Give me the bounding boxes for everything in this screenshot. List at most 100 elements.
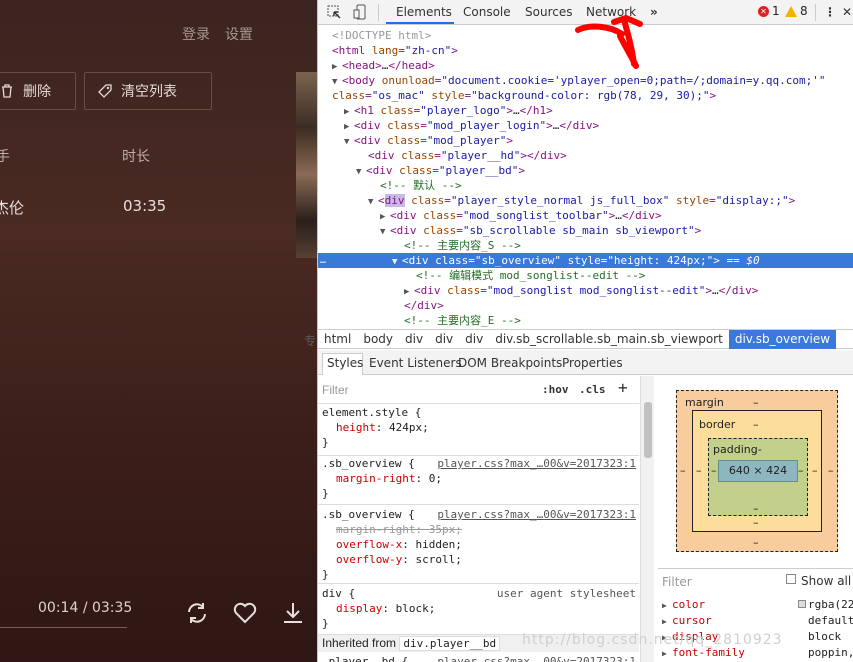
dom-node-player-hd[interactable]: <div class="player__hd"></div>: [318, 148, 853, 163]
hov-toggle[interactable]: :hov: [542, 383, 569, 396]
more-tabs-chevron-icon[interactable]: »: [650, 5, 658, 19]
kebab-menu-icon[interactable]: ⋮: [824, 5, 836, 19]
song-artist[interactable]: 杰伦: [0, 197, 24, 218]
rule-close: }: [322, 568, 329, 581]
margin-left-value: –: [680, 464, 686, 477]
warning-counter[interactable]: 8: [785, 4, 808, 18]
repeat-icon[interactable]: [184, 600, 210, 626]
computed-row[interactable]: ▶ display block: [662, 629, 853, 645]
style-rule-sb-overview-2: .sb_overview { player.css?max_…00&v=2017…: [322, 507, 639, 582]
devtools-panel: Elements Console Sources Network » ✕ 1 8…: [317, 0, 853, 662]
tab-properties[interactable]: Properties: [562, 356, 623, 370]
rule-property[interactable]: overflow-y: scroll;: [322, 552, 639, 567]
dom-comment-main-end: <!-- 主要内容_E -->: [404, 314, 521, 327]
breadcrumb-item[interactable]: div: [399, 330, 429, 349]
tab-network[interactable]: Network: [586, 5, 636, 19]
dom-node-h1[interactable]: ▶ <h1 class="player_logo">…</h1>: [318, 103, 853, 118]
dom-node-toolbar[interactable]: ▶ <div class="mod_songlist_toolbar">…</di…: [318, 208, 853, 223]
dom-node-doctype[interactable]: <!DOCTYPE html>: [318, 28, 853, 43]
rule-source-link[interactable]: player.css?max_…00&v=2017323:1: [437, 507, 636, 522]
login-link[interactable]: 登录: [182, 24, 210, 44]
tab-elements[interactable]: Elements: [396, 5, 452, 19]
dom-tree: <!DOCTYPE html> <html lang="zh-cn"> ▶ <he…: [318, 26, 853, 329]
dom-node-player-bd[interactable]: ▼ <div class="player__bd">: [318, 163, 853, 178]
padding-bottom-value: –: [753, 502, 759, 515]
error-icon: ✕: [758, 5, 769, 17]
computed-row[interactable]: ▶ font-family poppin,: [662, 645, 853, 661]
styles-filter-input[interactable]: Filter: [322, 383, 349, 397]
rule-close: }: [322, 487, 329, 500]
device-toggle-icon[interactable]: [352, 4, 368, 20]
breadcrumb-item[interactable]: body: [357, 330, 399, 349]
dom-comment-main-start: <!-- 主要内容_S -->: [404, 239, 521, 252]
rule-property[interactable]: margin-right: 0;: [322, 471, 639, 486]
dom-node-login[interactable]: ▶ <div class="mod_player_login">…</div>: [318, 118, 853, 133]
cls-toggle[interactable]: .cls: [579, 383, 606, 396]
breadcrumb-item[interactable]: div: [459, 330, 489, 349]
rule-close: }: [322, 436, 329, 449]
dom-node-style-normal[interactable]: ▼ <div class="player_style_normal js_full…: [318, 193, 853, 208]
dom-node-mod-player[interactable]: ▼ <div class="mod_player">: [318, 133, 853, 148]
rule-source-link[interactable]: player.css?max_…00&v=2017323:1: [437, 654, 636, 662]
tab-event-listeners[interactable]: Event Listeners: [369, 356, 462, 370]
time-separator: /: [82, 600, 88, 616]
rule-property-overridden[interactable]: margin-right: 35px;: [322, 522, 639, 537]
error-count: 1: [772, 4, 780, 18]
close-icon[interactable]: ✕: [842, 5, 852, 19]
breadcrumb-item[interactable]: html: [318, 330, 357, 349]
error-counter[interactable]: ✕ 1: [758, 4, 780, 18]
breadcrumb-item[interactable]: div.sb_scrollable.sb_main.sb_viewport: [489, 330, 729, 349]
padding-label: padding-: [713, 443, 762, 456]
clear-list-label: 清空列表: [121, 84, 177, 100]
rule-source-link[interactable]: player.css?max_…00&v=2017323:1: [437, 456, 636, 471]
inherited-from-link[interactable]: div.player__bd: [399, 636, 501, 651]
song-duration: 03:35: [123, 197, 167, 215]
dom-node-body-attrs: class="os_mac" style="background-color: …: [332, 89, 717, 102]
heart-icon[interactable]: [232, 600, 258, 626]
download-icon[interactable]: [280, 600, 306, 626]
rule-property[interactable]: overflow-x: hidden;: [322, 537, 639, 552]
rule-property[interactable]: height: 424px;: [322, 420, 639, 435]
dom-node-head[interactable]: ▶ <head>…</head>: [318, 58, 853, 73]
current-time: 00:14: [38, 600, 79, 616]
toolbar-divider: [378, 4, 379, 21]
dom-node-songlist[interactable]: ▶ <div class="mod_songlist mod_songlist--…: [318, 283, 853, 298]
tab-console[interactable]: Console: [463, 5, 511, 19]
style-rule-sb-overview: .sb_overview { player.css?max_…00&v=2017…: [322, 456, 639, 501]
tab-dom-breakpoints[interactable]: DOM Breakpoints: [458, 356, 562, 370]
inherited-header: Inherited from div.player__bd: [318, 634, 639, 652]
border-top-value: –: [753, 418, 759, 431]
devtools-toolbar: Elements Console Sources Network » ✕ 1 8…: [318, 0, 853, 25]
box-model-content[interactable]: 640 × 424: [718, 460, 798, 482]
delete-label: 删除: [23, 84, 51, 100]
progress-bar[interactable]: [0, 627, 127, 628]
breadcrumb-item-active[interactable]: div.sb_overview: [728, 329, 837, 349]
dom-node-scrollable[interactable]: ▼ <div class="sb_scrollable sb_main sb_vi…: [318, 223, 853, 238]
toolbar-divider: [815, 4, 816, 21]
add-rule-icon[interactable]: +: [618, 378, 628, 397]
computed-row[interactable]: ▶ cursor default: [662, 613, 853, 629]
style-rule-div-ua: div { user agent stylesheet display: blo…: [322, 586, 639, 631]
inspect-icon[interactable]: [326, 4, 342, 20]
dom-node-html[interactable]: <html lang="zh-cn">: [318, 43, 853, 58]
computed-filter-input[interactable]: Filter: [662, 575, 692, 589]
dom-node-sb-overview-selected[interactable]: … ▼ <div class="sb_overview" style="height…: [318, 253, 853, 268]
rule-selector: element.style {: [322, 406, 422, 419]
clear-list-button[interactable]: 清空列表: [84, 72, 212, 110]
computed-row[interactable]: ▶ color rgba(22: [662, 597, 853, 613]
border-right-value: –: [812, 464, 818, 477]
rule-property[interactable]: display: block;: [322, 601, 639, 616]
dom-node-body[interactable]: ▼ <body onunload="document.cookie='yplaye…: [318, 73, 853, 88]
delete-button[interactable]: 删除: [0, 72, 76, 110]
dom-node-close-div[interactable]: </div>: [318, 298, 853, 313]
scrollbar-thumb[interactable]: [644, 402, 652, 458]
show-all-checkbox[interactable]: [786, 574, 796, 584]
settings-link[interactable]: 设置: [225, 24, 253, 44]
tab-styles[interactable]: Styles: [327, 356, 363, 370]
styles-scrollbar[interactable]: [640, 376, 654, 662]
box-model-diagram: margin – – – – border – – – – padding- –…: [658, 376, 853, 568]
breadcrumb-item[interactable]: div: [429, 330, 459, 349]
tab-sources[interactable]: Sources: [525, 5, 572, 19]
warning-count: 8: [800, 4, 808, 18]
music-player-panel: 登录 设置 删除 清空列表 手 时长 杰伦 03:35 00:14 / 03:3…: [0, 0, 317, 662]
